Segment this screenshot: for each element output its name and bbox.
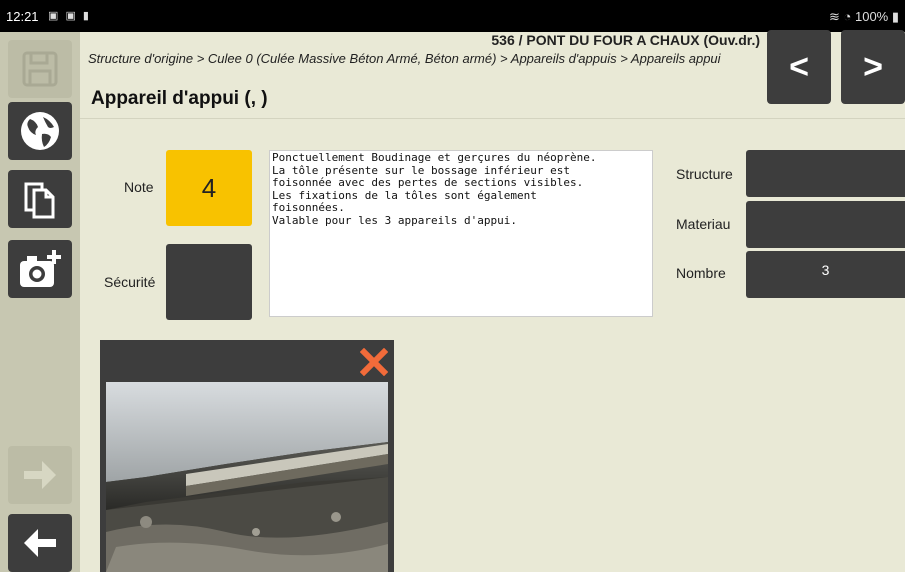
previous-button[interactable]: < (767, 30, 831, 104)
nombre-label: Nombre (676, 265, 726, 281)
securite-label: Sécurité (104, 274, 156, 290)
inspection-photo[interactable] (106, 382, 388, 572)
battery-level: 100% (854, 9, 889, 24)
status-bar: 12:21 ▣ ▣ ▮ ≋ ◔ 100% ▮ (0, 0, 905, 32)
structure-code-title: 536 / PONT DU FOUR A CHAUX (Ouv.dr.) (491, 32, 760, 48)
map-button[interactable] (8, 102, 72, 160)
save-button[interactable] (8, 40, 72, 98)
copy-button[interactable] (8, 170, 72, 228)
add-photo-icon (20, 250, 61, 287)
structure-field[interactable] (746, 150, 905, 197)
materiau-field[interactable] (746, 201, 905, 248)
note-label: Note (124, 179, 154, 195)
copy-icon (24, 182, 55, 219)
nombre-field[interactable]: 3 (746, 251, 905, 298)
comment-textarea[interactable]: Ponctuellement Boudinage et gerçures du … (269, 150, 653, 317)
materiau-label: Materiau (676, 216, 731, 232)
battery-icon: ▮ (888, 9, 899, 24)
forward-button[interactable] (8, 446, 72, 504)
note-value-box[interactable]: 4 (166, 150, 252, 226)
page-title: Appareil d'appui (, ) (91, 88, 268, 109)
battery-indicator: ≋ ◔ 100% ▮ (829, 9, 899, 25)
header-divider (80, 118, 905, 119)
breadcrumb: Structure d'origine > Culee 0 (Culée Mas… (88, 51, 721, 66)
photo-panel (100, 340, 394, 572)
status-time: 12:21 (6, 9, 39, 24)
back-button[interactable] (8, 514, 72, 572)
bearing-photo-image (106, 382, 388, 572)
save-icon (22, 51, 58, 87)
sidebar (0, 32, 80, 572)
close-icon (359, 347, 389, 377)
delete-photo-button[interactable] (359, 347, 389, 381)
next-button[interactable]: > (841, 30, 905, 104)
back-arrow-icon (24, 529, 56, 557)
forward-arrow-icon (24, 461, 56, 489)
notification-icons: ▣ ▣ ▮ (48, 10, 91, 22)
securite-value-box[interactable] (166, 244, 252, 320)
signal-icon: ≋ ◔ (829, 9, 855, 24)
structure-label: Structure (676, 166, 733, 182)
add-photo-button[interactable] (8, 240, 72, 298)
globe-icon (21, 112, 59, 150)
